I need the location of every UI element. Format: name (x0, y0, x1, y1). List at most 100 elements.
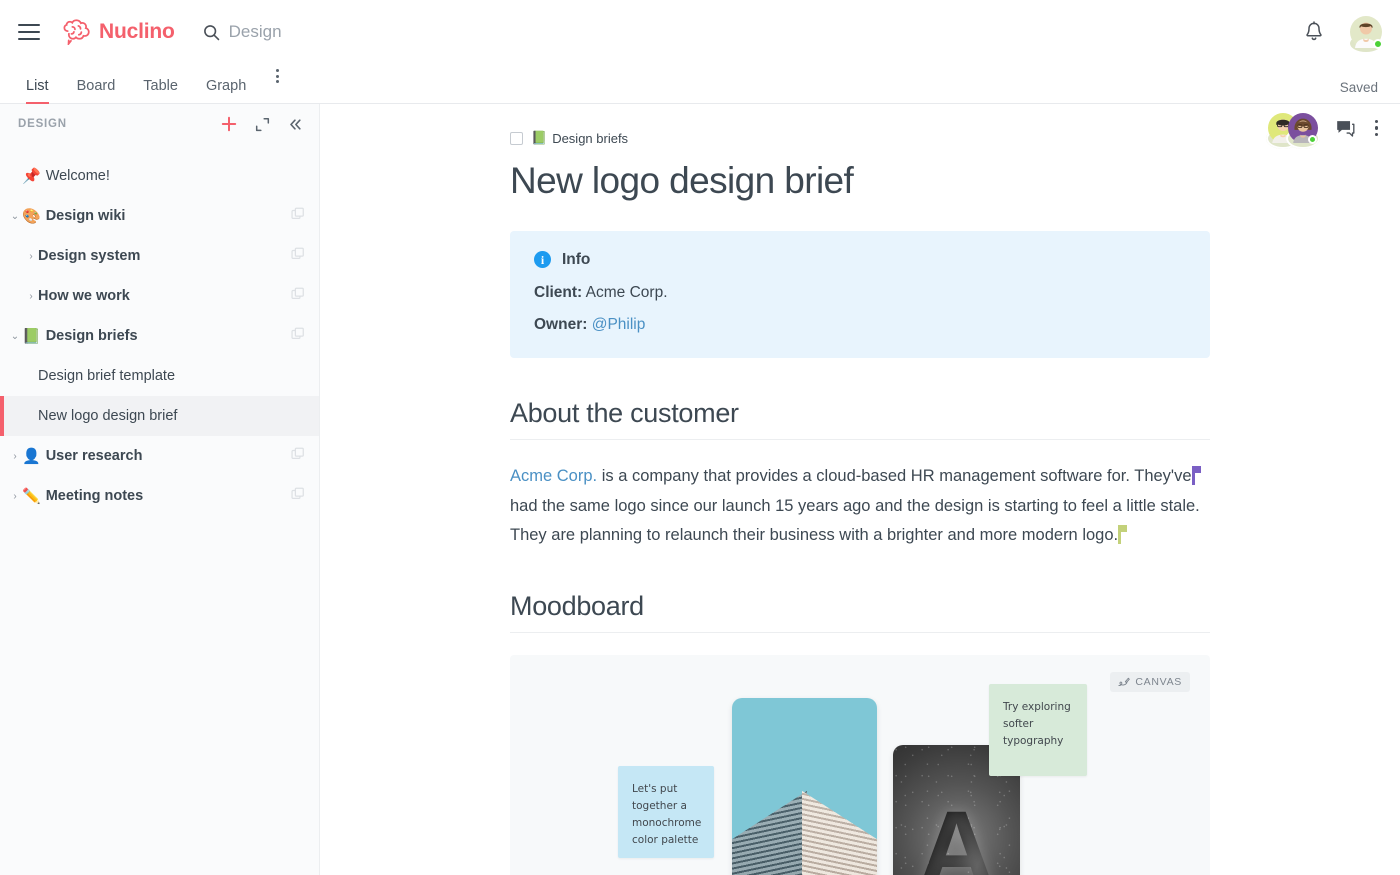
duplicate-icon[interactable] (291, 327, 305, 345)
collab-cursor-green (1118, 525, 1128, 545)
owner-label: Owner: (534, 316, 588, 334)
main-content: 📗 Design briefs New logo design brief i … (320, 104, 1400, 875)
chevron-double-left-icon[interactable] (288, 117, 303, 132)
page-title[interactable]: New logo design brief (510, 160, 1210, 203)
acme-corp-link[interactable]: Acme Corp. (510, 467, 597, 485)
save-status: Saved (1339, 80, 1378, 95)
body: DESIGN 📌 Welcome! ⌄ 🎨 Design wiki › Desi… (0, 104, 1400, 875)
document-body: 📗 Design briefs New logo design brief i … (320, 104, 1400, 875)
chevron-right-icon[interactable]: › (24, 291, 38, 302)
more-vertical-icon[interactable] (1374, 119, 1378, 137)
pencil-icon: ✏️ (22, 487, 41, 505)
duplicate-icon[interactable] (291, 487, 305, 505)
sidebar-header-actions (221, 116, 303, 132)
sidebar-item-label: Welcome! (45, 168, 110, 184)
chevron-right-icon[interactable]: › (8, 451, 22, 462)
info-callout-box[interactable]: i Info Client: Acme Corp. Owner: @Philip (510, 230, 1210, 359)
sidebar-item-label: Design system (38, 248, 141, 264)
client-value: Acme Corp. (585, 283, 668, 301)
dot (1374, 132, 1378, 137)
moodboard-canvas[interactable]: CANVAS Let's put together a monochrome c… (510, 654, 1210, 875)
search-input[interactable]: Design (203, 22, 282, 42)
paragraph-text-part2: had the same logo since our launch 15 ye… (510, 496, 1200, 545)
user-avatar[interactable] (1350, 16, 1383, 52)
sidebar-item-new-logo-design-brief[interactable]: New logo design brief (0, 396, 319, 436)
hamburger-line (18, 38, 40, 41)
paragraph-about-customer[interactable]: Acme Corp. is a company that provides a … (510, 462, 1210, 550)
sidebar-item-label: How we work (38, 288, 130, 304)
top-bar-right (1304, 16, 1383, 52)
sidebar-item-design-wiki[interactable]: ⌄ 🎨 Design wiki (0, 196, 319, 236)
tab-label: List (26, 78, 49, 94)
chevron-down-icon[interactable]: ⌄ (8, 211, 22, 222)
sidebar-item-design-briefs[interactable]: ⌄ 📗 Design briefs (0, 316, 319, 356)
tab-label: Table (143, 78, 178, 94)
duplicate-icon[interactable] (291, 287, 305, 305)
tabs: List Board Table Graph (26, 69, 285, 104)
plus-icon[interactable] (221, 116, 237, 132)
sidebar-item-label: User research (45, 448, 143, 464)
sidebar-item-label: Design brief template (38, 368, 176, 384)
breadcrumb: 📗 Design briefs (510, 130, 1210, 146)
info-header: i Info (534, 251, 1186, 269)
sidebar-item-label: Design wiki (45, 208, 126, 224)
sidebar-item-how-we-work[interactable]: › How we work (0, 276, 319, 316)
dot (276, 74, 280, 78)
pin-icon: 📌 (22, 167, 41, 185)
sidebar-item-meeting-notes[interactable]: › ✏️ Meeting notes (0, 476, 319, 516)
view-tab-bar: List Board Table Graph Saved (0, 64, 1400, 104)
brand-logo-link[interactable]: Nuclino (62, 19, 175, 47)
collaborator-avatars (1265, 113, 1320, 149)
moodboard-image-building[interactable] (732, 697, 877, 875)
owner-mention[interactable]: @Philip (592, 316, 646, 333)
chevron-down-icon[interactable]: ⌄ (8, 331, 22, 342)
dot (1374, 119, 1378, 124)
nuclino-brain-logo-icon (62, 19, 92, 47)
duplicate-icon[interactable] (291, 207, 305, 225)
sticky-note-green[interactable]: Try exploring softer typography (989, 683, 1087, 776)
dot (276, 80, 280, 83)
sticky-note-blue[interactable]: Let's put together a monochrome color pa… (618, 765, 714, 858)
dots-vertical (276, 69, 280, 94)
tab-label: Graph (205, 78, 247, 94)
breadcrumb-parent-link[interactable]: 📗 Design briefs (531, 130, 628, 146)
sidebar-item-design-brief-template[interactable]: Design brief template (0, 356, 319, 396)
duplicate-icon[interactable] (291, 247, 305, 265)
tab-graph[interactable]: Graph (206, 78, 260, 103)
comment-icon[interactable] (1336, 120, 1355, 137)
green-book-icon: 📗 (531, 130, 548, 145)
document-icon (510, 131, 523, 145)
bell-icon[interactable] (1304, 21, 1324, 43)
hamburger-line (18, 30, 40, 34)
client-label: Client: (534, 283, 583, 301)
collab-cursor-purple (1191, 466, 1201, 486)
expand-icon[interactable] (255, 117, 270, 132)
brand-name: Nuclino (99, 20, 175, 43)
person-icon: 👤 (22, 447, 41, 465)
collaborator-avatar-2[interactable] (1285, 113, 1320, 149)
document-toolbar (1265, 104, 1378, 152)
section-heading-about-customer: About the customer (510, 398, 1210, 441)
tab-board[interactable]: Board (77, 78, 130, 103)
sidebar-item-label: Meeting notes (45, 488, 144, 504)
hamburger-icon[interactable] (18, 19, 44, 45)
dot (1374, 126, 1378, 130)
green-book-icon: 📗 (22, 327, 41, 345)
dot (276, 69, 280, 72)
sidebar-item-welcome[interactable]: 📌 Welcome! (0, 156, 319, 196)
search-icon (203, 24, 220, 41)
status-indicator-online (1307, 135, 1317, 144)
status-indicator-online (1373, 39, 1383, 49)
sidebar-item-user-research[interactable]: › 👤 User research (0, 436, 319, 476)
chevron-right-icon[interactable]: › (8, 491, 22, 502)
sidebar-item-design-system[interactable]: › Design system (0, 236, 319, 276)
tab-list[interactable]: List (26, 78, 63, 104)
more-vertical-icon[interactable] (274, 69, 285, 103)
duplicate-icon[interactable] (291, 447, 305, 465)
hamburger-line (18, 23, 40, 26)
canvas-badge[interactable]: CANVAS (1110, 671, 1190, 692)
tab-table[interactable]: Table (143, 78, 192, 103)
monogram-letter-a: A (918, 794, 996, 875)
document-inner: 📗 Design briefs New logo design brief i … (510, 130, 1210, 875)
chevron-right-icon[interactable]: › (24, 251, 38, 262)
